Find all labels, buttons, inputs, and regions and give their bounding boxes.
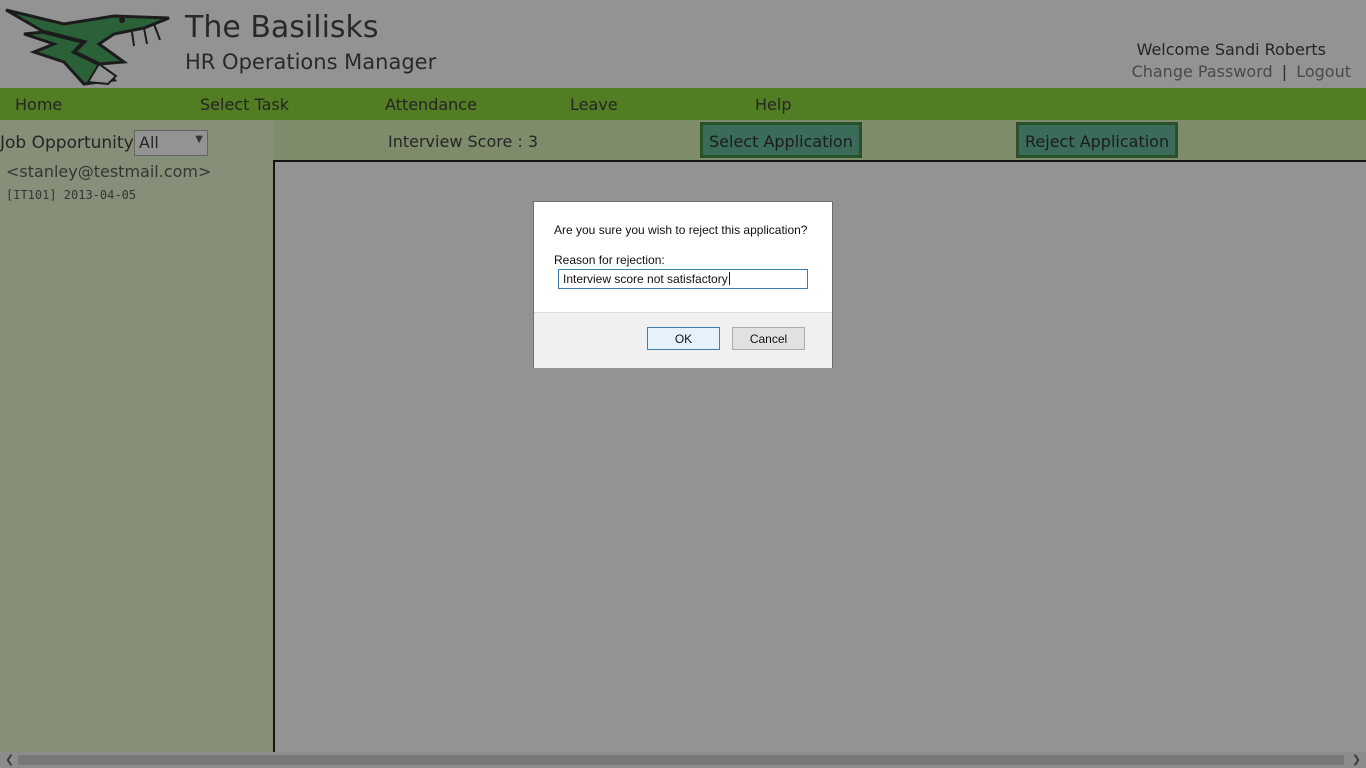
- ok-button[interactable]: OK: [647, 327, 720, 350]
- cancel-button[interactable]: Cancel: [732, 327, 805, 350]
- modal-overlay: [0, 0, 1366, 768]
- reason-input-value: Interview score not satisfactory: [563, 272, 728, 286]
- reason-label: Reason for rejection:: [554, 253, 665, 267]
- dialog-message: Are you sure you wish to reject this app…: [554, 223, 808, 237]
- dialog-footer: OK Cancel: [534, 312, 832, 368]
- reason-input[interactable]: Interview score not satisfactory: [558, 269, 808, 289]
- reject-confirm-dialog: Are you sure you wish to reject this app…: [533, 201, 833, 368]
- text-caret: [728, 272, 730, 285]
